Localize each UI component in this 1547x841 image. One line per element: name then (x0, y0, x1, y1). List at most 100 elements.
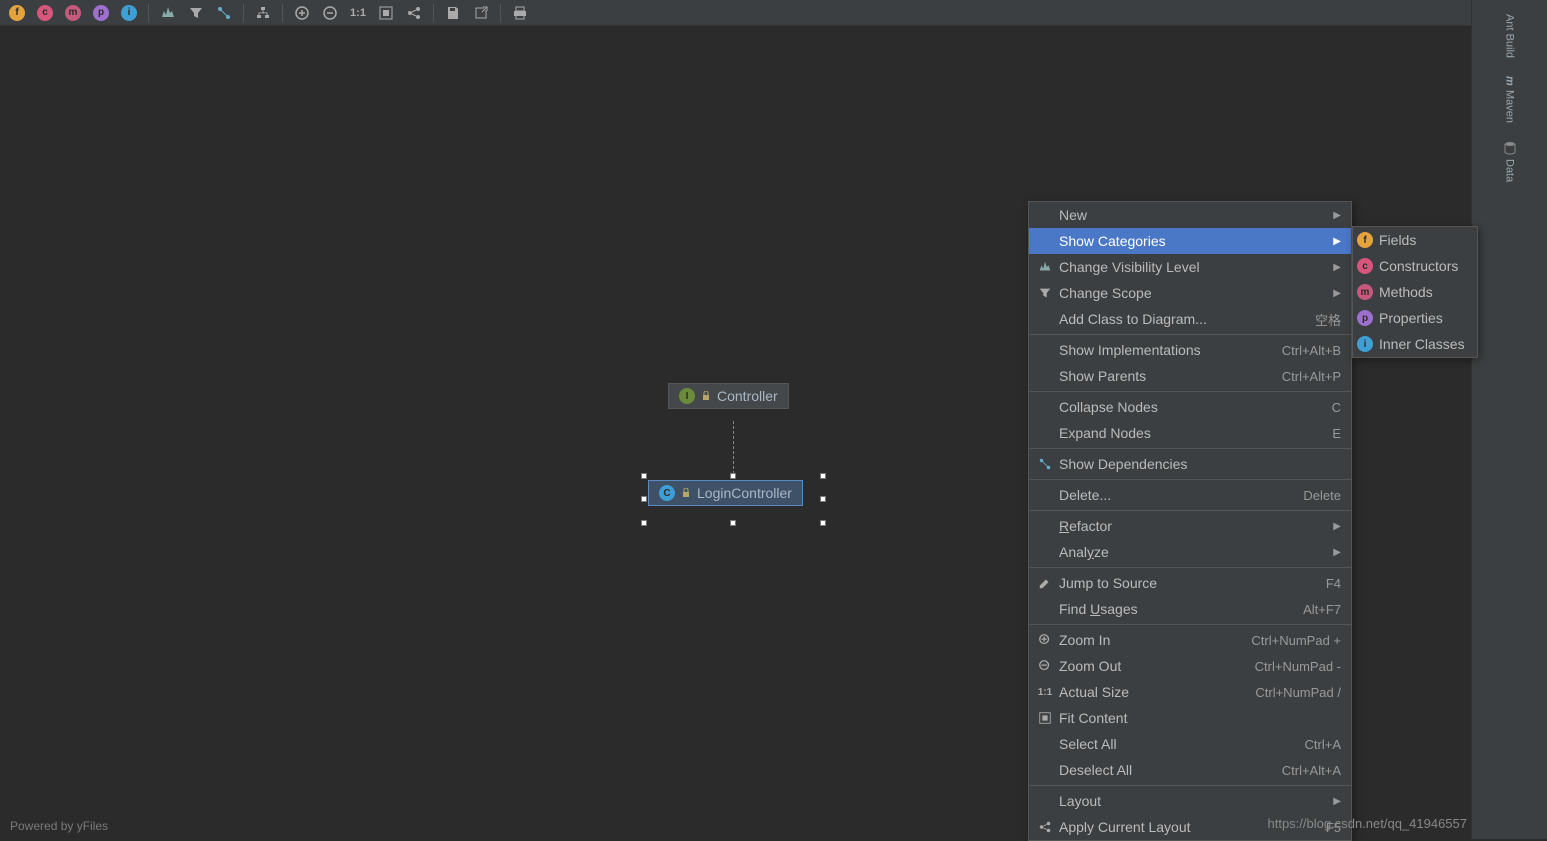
properties-icon: p (1357, 310, 1373, 326)
shortcut: 空格 (1315, 310, 1341, 329)
submenu-arrow-icon: ▶ (1333, 262, 1341, 273)
menu-icon (1035, 711, 1055, 725)
fit-content-button[interactable] (373, 2, 399, 24)
print-icon (512, 5, 528, 21)
menu-label: Change Scope (1055, 285, 1327, 301)
separator (433, 4, 434, 22)
selection-handle[interactable] (730, 520, 736, 526)
fields-icon: f (9, 5, 25, 21)
menu-separator (1029, 624, 1351, 625)
menu-item-zoom-in[interactable]: Zoom InCtrl+NumPad + (1029, 627, 1351, 653)
selection-handle[interactable] (820, 520, 826, 526)
submenu-label: Constructors (1379, 258, 1458, 274)
selection-handle[interactable] (641, 520, 647, 526)
menu-item-delete[interactable]: Delete...Delete (1029, 482, 1351, 508)
selection-handle[interactable] (820, 473, 826, 479)
context-menu: New▶Show Categories▶Change Visibility Le… (1028, 201, 1352, 841)
submenu-item-constructors[interactable]: c Constructors (1353, 253, 1477, 279)
menu-label: Deselect All (1055, 762, 1282, 778)
save-button[interactable] (440, 2, 466, 24)
share-icon (406, 5, 422, 21)
inner-classes-toggle[interactable]: i (116, 2, 142, 24)
zoom-out-icon (322, 5, 338, 21)
menu-label: Jump to Source (1055, 575, 1326, 591)
menu-separator (1029, 334, 1351, 335)
menu-item-select-all[interactable]: Select AllCtrl+A (1029, 731, 1351, 757)
submenu-item-fields[interactable]: fFields (1353, 227, 1477, 253)
zoom-out-button[interactable] (317, 2, 343, 24)
share-button[interactable] (401, 2, 427, 24)
menu-item-change-visibility-level[interactable]: Change Visibility Level▶ (1029, 254, 1351, 280)
shortcut: Ctrl+Alt+A (1282, 763, 1341, 778)
menu-item-show-parents[interactable]: Show ParentsCtrl+Alt+P (1029, 363, 1351, 389)
methods-icon: m (65, 5, 81, 21)
actual-size-button[interactable]: 1:1 (345, 2, 371, 24)
shortcut: Ctrl+A (1305, 737, 1341, 752)
node-login-controller[interactable]: C LoginController (648, 480, 803, 506)
scope-button[interactable] (183, 2, 209, 24)
fields-toggle[interactable]: f (4, 2, 30, 24)
properties-toggle[interactable]: p (88, 2, 114, 24)
submenu-arrow-icon: ▶ (1333, 796, 1341, 807)
menu-item-jump-to-source[interactable]: Jump to SourceF4 (1029, 570, 1351, 596)
menu-item-change-scope[interactable]: Change Scope▶ (1029, 280, 1351, 306)
submenu-item-inner-classes[interactable]: iInner Classes (1353, 331, 1477, 357)
fit-icon (378, 5, 394, 21)
export-button[interactable] (468, 2, 494, 24)
menu-item-deselect-all[interactable]: Deselect AllCtrl+Alt+A (1029, 757, 1351, 783)
menu-icon (1035, 576, 1055, 590)
constructors-icon: c (1357, 258, 1373, 274)
constructors-icon: c (37, 5, 53, 21)
node-label: LoginController (697, 485, 792, 501)
visibility-button[interactable] (155, 2, 181, 24)
menu-item-refactor[interactable]: Refactor▶ (1029, 513, 1351, 539)
menu-item-new[interactable]: New▶ (1029, 202, 1351, 228)
menu-item-show-dependencies[interactable]: Show Dependencies (1029, 451, 1351, 477)
ant-build-tool[interactable]: Ant Build (1502, 6, 1518, 66)
zoom-in-button[interactable] (289, 2, 315, 24)
inheritance-edge (733, 421, 734, 479)
menu-item-expand-nodes[interactable]: Expand NodesE (1029, 420, 1351, 446)
menu-label: Zoom In (1055, 632, 1251, 648)
submenu-arrow-icon: ▶ (1333, 210, 1341, 221)
menu-icon (1035, 286, 1055, 300)
shortcut: Ctrl+NumPad + (1251, 633, 1341, 648)
submenu-label: Methods (1379, 284, 1433, 300)
menu-icon (1035, 633, 1055, 647)
selection-handle[interactable] (820, 496, 826, 502)
menu-item-find-usages[interactable]: Find UsagesAlt+F7 (1029, 596, 1351, 622)
menu-label: Delete... (1055, 487, 1303, 503)
layout-icon (255, 5, 271, 21)
node-controller[interactable]: I Controller (668, 383, 789, 409)
selection-handle[interactable] (641, 473, 647, 479)
menu-item-fit-content[interactable]: Fit Content (1029, 705, 1351, 731)
menu-label: Select All (1055, 736, 1305, 752)
menu-item-zoom-out[interactable]: Zoom OutCtrl+NumPad - (1029, 653, 1351, 679)
print-button[interactable] (507, 2, 533, 24)
menu-item-actual-size[interactable]: 1:1Actual SizeCtrl+NumPad / (1029, 679, 1351, 705)
data-tool[interactable]: Data (1501, 133, 1519, 190)
menu-label: Layout (1055, 793, 1327, 809)
submenu-item-properties[interactable]: pProperties (1353, 305, 1477, 331)
separator (148, 4, 149, 22)
menu-item-collapse-nodes[interactable]: Collapse NodesC (1029, 394, 1351, 420)
submenu-item-methods[interactable]: mMethods (1353, 279, 1477, 305)
maven-tool[interactable]: mMaven (1502, 68, 1518, 131)
menu-item-show-categories[interactable]: Show Categories▶ (1029, 228, 1351, 254)
menu-item-show-implementations[interactable]: Show ImplementationsCtrl+Alt+B (1029, 337, 1351, 363)
dependencies-button[interactable] (211, 2, 237, 24)
selection-handle[interactable] (730, 473, 736, 479)
menu-item-analyze[interactable]: Analyze▶ (1029, 539, 1351, 565)
submenu-arrow-icon: ▶ (1333, 547, 1341, 558)
methods-toggle[interactable]: m (60, 2, 86, 24)
watermark: https://blog.csdn.net/qq_41946557 (1268, 816, 1468, 831)
menu-item-add-class-to-diagram[interactable]: Add Class to Diagram...空格 (1029, 306, 1351, 332)
menu-item-layout[interactable]: Layout ▶ (1029, 788, 1351, 814)
selection-handle[interactable] (641, 496, 647, 502)
layout-button[interactable] (250, 2, 276, 24)
constructors-toggle[interactable]: c (32, 2, 58, 24)
save-icon (445, 5, 461, 21)
visibility-icon (160, 5, 176, 21)
menu-separator (1029, 510, 1351, 511)
menu-separator (1029, 479, 1351, 480)
